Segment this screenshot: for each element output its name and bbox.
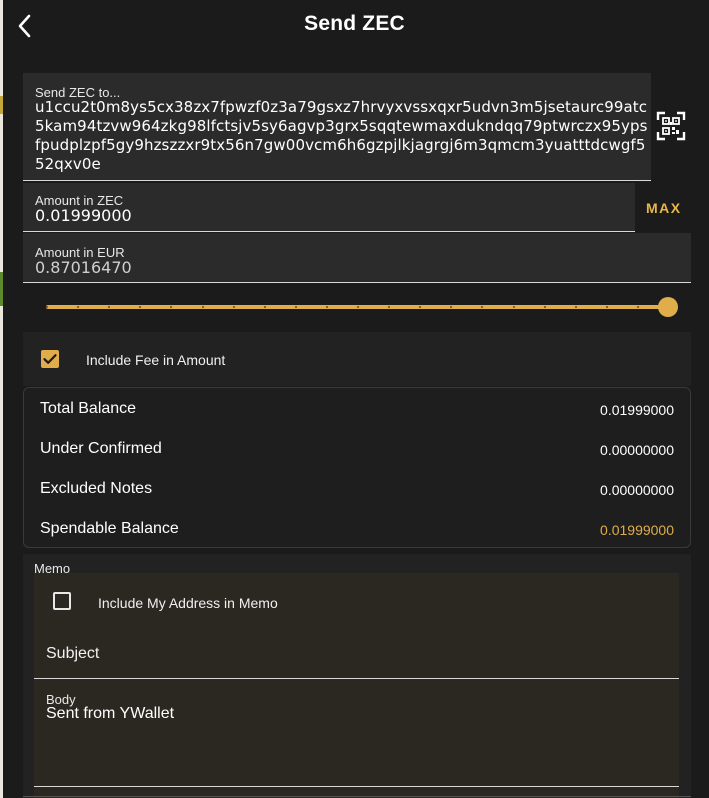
include-address-label: Include My Address in Memo: [98, 595, 278, 611]
background-window-edge: [0, 0, 3, 798]
total-balance-label: Total Balance: [40, 400, 137, 417]
include-address-checkbox[interactable]: [53, 592, 71, 610]
page-title: Send ZEC: [304, 12, 405, 35]
memo-body-value[interactable]: Sent from YWallet: [46, 705, 174, 723]
amount-zec-value[interactable]: 0.01999000: [35, 206, 132, 225]
memo-subject-placeholder: Subject: [46, 645, 100, 662]
memo-subject-field[interactable]: Subject: [34, 630, 679, 679]
spendable-balance-row: Spendable Balance 0.01999000: [40, 520, 674, 544]
memo-body-field[interactable]: Body Sent from YWallet: [34, 680, 679, 787]
max-button[interactable]: MAX: [646, 200, 682, 216]
memo-section: Memo Include My Address in Memo Subject …: [23, 554, 691, 798]
recipient-address-value[interactable]: u1ccu2t0m8ys5cx38zx7fpwzf0z3a79gsxz7hrvy…: [35, 98, 650, 174]
total-balance-value: 0.01999000: [600, 402, 674, 418]
spendable-balance-label: Spendable Balance: [40, 520, 179, 537]
slider-tick: [263, 306, 266, 308]
memo-panel: Include My Address in Memo Subject Body …: [34, 573, 679, 798]
include-address-row[interactable]: Include My Address in Memo: [34, 573, 679, 629]
edge-accent-yellow: [0, 96, 3, 114]
slider-tick: [574, 306, 577, 308]
amount-zec-field[interactable]: Amount in ZEC 0.01999000: [23, 183, 635, 232]
under-confirmed-row: Under Confirmed 0.00000000: [40, 440, 674, 464]
amount-eur-value[interactable]: 0.87016470: [35, 258, 132, 277]
spendable-balance-value: 0.01999000: [600, 522, 674, 538]
under-confirmed-label: Under Confirmed: [40, 440, 162, 457]
slider-thumb[interactable]: [658, 297, 678, 317]
scan-qr-button[interactable]: [656, 111, 686, 141]
include-fee-row[interactable]: Include Fee in Amount: [23, 332, 691, 386]
amount-eur-field[interactable]: Amount in EUR 0.87016470: [23, 233, 691, 283]
under-confirmed-value: 0.00000000: [600, 442, 674, 458]
excluded-notes-label: Excluded Notes: [40, 480, 153, 497]
slider-tick: [232, 306, 235, 308]
send-screen: Send ZEC Send ZEC to... u1ccu2t0m8ys5cx3…: [0, 0, 709, 798]
recipient-address-field[interactable]: Send ZEC to... u1ccu2t0m8ys5cx38zx7fpwzf…: [23, 73, 651, 181]
bottom-divider: [23, 796, 691, 797]
slider-tick: [294, 306, 297, 308]
slider-tick: [605, 306, 608, 308]
include-fee-checkbox[interactable]: [41, 350, 59, 368]
include-fee-label: Include Fee in Amount: [86, 352, 226, 368]
slider-tick: [636, 306, 639, 308]
qr-scan-icon: [656, 111, 686, 141]
excluded-notes-value: 0.00000000: [600, 482, 674, 498]
total-balance-row: Total Balance 0.01999000: [40, 400, 674, 424]
excluded-notes-row: Excluded Notes 0.00000000: [40, 480, 674, 504]
slider-tick: [46, 306, 48, 308]
checkmark-icon: [43, 354, 57, 364]
balance-summary-card: Total Balance 0.01999000 Under Confirmed…: [23, 387, 691, 548]
slider-tick: [357, 306, 359, 308]
edge-accent-green: [0, 272, 3, 306]
slider-tick: [325, 306, 328, 308]
slider-tick: [512, 306, 515, 308]
slider-tick: [201, 306, 204, 308]
amount-slider[interactable]: [46, 296, 678, 318]
slider-tick: [543, 306, 546, 308]
